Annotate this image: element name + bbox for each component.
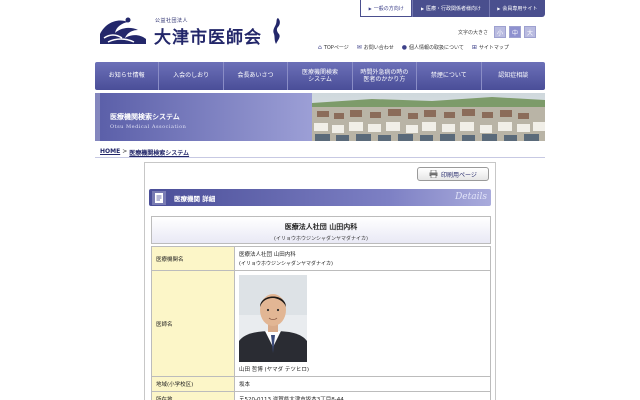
nav-item-greeting[interactable]: 会長あいさつ xyxy=(222,62,287,90)
font-size-large-button[interactable]: 大 xyxy=(524,26,537,38)
wave-logo-icon xyxy=(100,17,146,44)
facility-info-table: 医療機関名 医療法人社団 山田内科 (イリョウホウジンシャダンヤマダナイカ) 医… xyxy=(151,246,491,400)
triangle-icon: ▶ xyxy=(497,6,501,11)
breadcrumb-current-link[interactable]: 医療機関検索システム xyxy=(129,148,189,157)
mail-icon: ✉ xyxy=(356,44,362,51)
sitemap-icon: ⊞ xyxy=(471,44,477,51)
breadcrumb: HOME > 医療機関検索システム xyxy=(100,148,189,157)
page-banner: 医療機関検索システム Otsu Medical Association xyxy=(95,93,545,141)
doctor-name-label: 医師名 xyxy=(151,270,235,377)
user-icon: ● xyxy=(401,44,408,51)
table-row: 所在地 〒520-0113 滋賀県大津市坂本3丁目8-44 xyxy=(151,391,491,400)
font-size-medium-button[interactable]: 中 xyxy=(509,26,522,38)
table-row: 医師名 山田 哲博 (ヤマダ テツヒロ) xyxy=(151,270,491,377)
printer-icon xyxy=(429,170,438,178)
tab-general-public[interactable]: ▶ 一般の方向け xyxy=(360,0,413,17)
site-logo[interactable]: 公益社団法人 大津市医師会 xyxy=(98,14,298,48)
doctor-cell: 山田 哲博 (ヤマダ テツヒロ) xyxy=(234,270,491,377)
organization-name: 医療法人社団 山田内科 xyxy=(284,223,358,231)
utility-links: ⌂ TOPページ ✉ お問い合わせ ● 個人情報の取扱について ⊞ サイトマップ xyxy=(318,44,509,51)
util-link-sitemap[interactable]: ⊞ サイトマップ xyxy=(472,44,509,51)
facility-name-kana: (イリョウホウジンシャダンヤマダナイカ) xyxy=(239,261,333,267)
nav-item-news[interactable]: お知らせ情報 xyxy=(95,62,158,90)
nav-item-smoking[interactable]: 禁煙について xyxy=(416,62,480,90)
tab-medical-professionals[interactable]: ▶ 医療・行政関係者様向け xyxy=(412,0,488,17)
breadcrumb-divider xyxy=(95,157,545,158)
area-value: 坂本 xyxy=(234,376,491,392)
util-link-contact[interactable]: ✉ お問い合わせ xyxy=(357,44,394,51)
logo-name: 大津市医師会 xyxy=(154,28,262,48)
util-link-top[interactable]: ⌂ TOPページ xyxy=(318,44,349,51)
nav-item-facility-search[interactable]: 医療機関検索 システム xyxy=(287,62,351,90)
document-icon xyxy=(152,190,166,205)
organization-header: 医療法人社団 山田内科 (イリョウホウジンシャダンヤマダナイカ) xyxy=(151,216,491,244)
section-deco-text: Details xyxy=(455,192,487,202)
organization-kana: (イリョウホウジンシャダンヤマダナイカ) xyxy=(274,236,368,242)
nav-item-membership[interactable]: 入会のしおり xyxy=(158,62,222,90)
triangle-icon: ▶ xyxy=(420,6,425,11)
facility-name-value: 医療法人社団 山田内科 xyxy=(239,252,296,258)
area-label: 地域(小学校区) xyxy=(151,376,235,392)
doctor-photo xyxy=(239,275,307,362)
util-link-privacy[interactable]: ● 個人情報の取扱について xyxy=(402,44,464,51)
facility-name-label: 医療機関名 xyxy=(151,246,235,271)
address-label: 所在地 xyxy=(151,391,235,400)
banner-title: 医療機関検索システム xyxy=(110,113,180,121)
table-row: 医療機関名 医療法人社団 山田内科 (イリョウホウジンシャダンヤマダナイカ) xyxy=(151,246,491,271)
triangle-icon: ▶ xyxy=(368,5,372,11)
font-size-small-button[interactable]: 小 xyxy=(494,26,507,38)
doctor-name-value: 山田 哲博 (ヤマダ テツヒロ) xyxy=(239,367,310,373)
banner-title-area: 医療機関検索システム Otsu Medical Association xyxy=(95,93,312,141)
audience-tabs: ▶ 一般の方向け ▶ 医療・行政関係者様向け ▶ 会員専用サイト xyxy=(360,0,545,17)
breadcrumb-home-link[interactable]: HOME xyxy=(100,148,120,157)
section-title: 医療機関 詳細 xyxy=(174,194,216,203)
table-row: 地域(小学校区) 坂本 xyxy=(151,376,491,392)
font-size-control: 文字の大きさ 小 中 大 xyxy=(458,26,537,38)
detail-panel: 印刷用ページ 医療機関 詳細 Details 医療法人社団 山田内科 (イリョウ… xyxy=(144,162,496,400)
facility-name-cell: 医療法人社団 山田内科 (イリョウホウジンシャダンヤマダナイカ) xyxy=(234,246,491,271)
nav-item-after-hours[interactable]: 時間外急病の時の 医者のかかり方 xyxy=(351,62,416,90)
section-header: 医療機関 詳細 Details xyxy=(149,189,491,206)
print-button-label: 印刷用ページ xyxy=(441,171,477,179)
main-nav: お知らせ情報 入会のしおり 会長あいさつ 医療機関検索 システム 時間外急病の時… xyxy=(95,62,545,90)
lake-biwa-icon xyxy=(273,18,280,44)
print-page-button[interactable]: 印刷用ページ xyxy=(417,167,489,181)
address-value: 〒520-0113 滋賀県大津市坂本3丁目8-44 xyxy=(234,391,491,400)
font-size-label: 文字の大きさ xyxy=(458,29,489,36)
nav-item-dementia[interactable]: 認知症相談 xyxy=(480,62,545,90)
banner-subtitle: Otsu Medical Association xyxy=(110,124,187,130)
town-aerial-photo xyxy=(312,93,545,141)
breadcrumb-separator: > xyxy=(122,148,128,155)
home-icon: ⌂ xyxy=(318,44,322,51)
tab-members-site[interactable]: ▶ 会員専用サイト xyxy=(488,0,545,17)
